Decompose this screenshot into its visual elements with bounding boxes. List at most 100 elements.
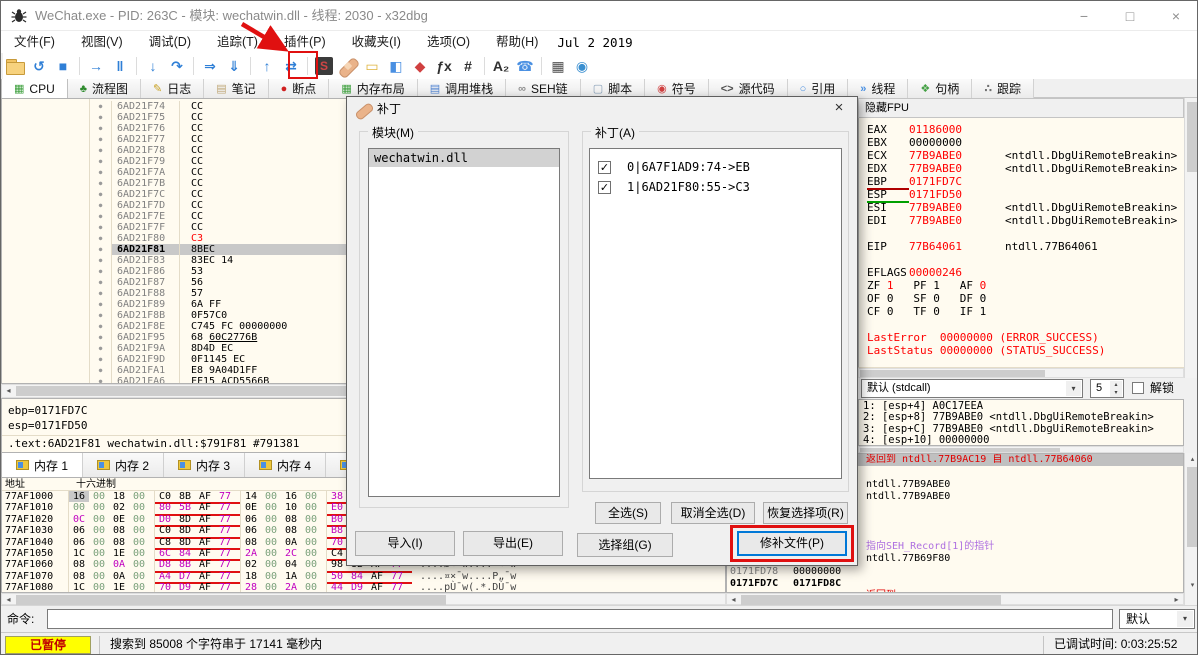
dump-byte[interactable]: 00 xyxy=(301,582,321,592)
breakpoint-dot-icon[interactable]: ● xyxy=(90,233,112,244)
breakpoint-dot-icon[interactable]: ● xyxy=(90,112,112,123)
dump-byte[interactable]: 28 xyxy=(241,582,261,592)
checkbox-checked-icon[interactable]: ✓ xyxy=(598,160,611,174)
breakpoint-dot-icon[interactable]: ● xyxy=(90,244,112,255)
dump-byte[interactable]: 00 xyxy=(89,548,109,559)
dump-byte[interactable]: 77 xyxy=(387,571,407,582)
dump-byte[interactable]: 00 xyxy=(301,548,321,559)
pause-icon[interactable]: ‖ xyxy=(108,55,132,77)
stop-icon[interactable]: ■ xyxy=(51,55,75,77)
breakpoint-dot-icon[interactable]: ● xyxy=(90,277,112,288)
dump-byte[interactable]: 00 xyxy=(89,502,109,513)
dump-byte[interactable]: 00 xyxy=(301,537,321,548)
arguments-hscrollbar[interactable] xyxy=(858,446,1184,453)
dump-byte[interactable]: C0 xyxy=(155,525,175,536)
dump-byte[interactable]: 77 xyxy=(215,525,235,536)
dump-byte[interactable]: 77 xyxy=(215,514,235,525)
scroll-right-icon[interactable]: ▸ xyxy=(1170,594,1183,604)
breakpoint-dot-icon[interactable]: ● xyxy=(90,167,112,178)
breakpoint-dot-icon[interactable]: ● xyxy=(90,101,112,112)
attach-icon[interactable]: ☎ xyxy=(513,55,537,77)
registers-hscrollbar[interactable] xyxy=(858,368,1184,378)
dump-byte[interactable]: 0E xyxy=(109,514,129,525)
dump-byte[interactable]: 77 xyxy=(387,582,407,592)
registers-panel[interactable]: EAX 01186000 EBX 00000000 ECX 77B9ABE0 <ntdll.… xyxy=(858,118,1184,368)
register-line[interactable]: ECX 77B9ABE0 <ntdll.DbgUiRemoteBreakin> xyxy=(867,149,1184,162)
dump-byte[interactable]: 08 xyxy=(281,514,301,525)
dump-byte[interactable]: D7 xyxy=(175,571,195,582)
menu-item-选项(O)[interactable]: 选项(O) xyxy=(414,31,483,53)
register-line[interactable]: EDI 77B9ABE0 <ntdll.DbgUiRemoteBreakin> xyxy=(867,214,1184,227)
menu-item-视图(V)[interactable]: 视图(V) xyxy=(68,31,136,53)
run-to-selection-icon[interactable]: ⇒ xyxy=(198,55,222,77)
tab-断点[interactable]: ● 断点 xyxy=(268,79,330,98)
dump-byte[interactable]: 77 xyxy=(215,548,235,559)
breakpoint-dot-icon[interactable]: ● xyxy=(90,200,112,211)
scroll-down-icon[interactable]: ▾ xyxy=(1185,579,1197,592)
patch-icon[interactable] xyxy=(336,55,360,77)
dump-byte[interactable]: 00 xyxy=(89,514,109,525)
dump-byte[interactable]: B0 xyxy=(327,514,347,525)
menu-item-追踪(T)[interactable]: 追踪(T) xyxy=(204,31,271,53)
dump-byte[interactable]: 70 xyxy=(327,537,347,548)
register-line[interactable] xyxy=(867,227,1184,240)
breakpoint-dot-icon[interactable]: ● xyxy=(90,222,112,233)
dump-byte[interactable]: 00 xyxy=(301,525,321,536)
dump-byte[interactable]: 00 xyxy=(89,537,109,548)
command-mode-select[interactable]: 默认 ▾ xyxy=(1119,609,1195,629)
dump-byte[interactable]: 0C xyxy=(69,514,89,525)
dump-byte[interactable]: 04 xyxy=(281,559,301,570)
dump-row[interactable]: 77AF1080 1C 00 1E 00 70 D9 AF 77 28 00 2A 00 44 D9 AF 77… xyxy=(2,582,725,592)
dump-byte[interactable]: 2A xyxy=(241,548,261,559)
tab-日志[interactable]: ✎ 日志 xyxy=(140,79,205,98)
dump-byte[interactable]: AF xyxy=(195,537,215,548)
dump-byte[interactable]: 08 xyxy=(109,537,129,548)
dump-byte[interactable]: 80 xyxy=(155,502,175,513)
breakpoint-dot-icon[interactable]: ● xyxy=(90,310,112,321)
dump-byte[interactable]: 00 xyxy=(129,582,149,592)
strings-icon[interactable]: A₂ xyxy=(489,55,513,77)
dump-byte[interactable]: AF xyxy=(195,582,215,592)
menu-item-收藏夹(I)[interactable]: 收藏夹(I) xyxy=(339,31,414,53)
dump-byte[interactable]: 1C xyxy=(69,548,89,559)
dump-byte[interactable]: 18 xyxy=(241,571,261,582)
dump-byte[interactable]: AF xyxy=(195,571,215,582)
calculator-icon[interactable]: ▦ xyxy=(546,55,570,77)
step-out-down-icon[interactable]: ⇓ xyxy=(222,55,246,77)
dump-byte[interactable]: C8 xyxy=(155,537,175,548)
dump-byte[interactable]: 00 xyxy=(129,571,149,582)
register-line[interactable]: OF 0 SF 0 DF 0 xyxy=(867,292,1184,305)
dump-byte[interactable]: 00 xyxy=(69,502,89,513)
register-line[interactable]: LastStatus 00000000 (STATUS_SUCCESS) xyxy=(867,344,1184,357)
tab-句柄[interactable]: ❖ 句柄 xyxy=(908,79,973,98)
dump-hscrollbar[interactable]: ◂ xyxy=(1,593,726,605)
dump-byte[interactable]: 84 xyxy=(175,548,195,559)
stack-vscrollbar[interactable]: ▴ ▾ xyxy=(1184,453,1197,605)
dump-byte[interactable]: 00 xyxy=(129,491,149,502)
register-line[interactable] xyxy=(867,357,1184,367)
disasm-address-link[interactable]: ACD5566B xyxy=(221,376,269,383)
dump-byte[interactable]: B8 xyxy=(327,525,347,536)
dump-byte[interactable]: 00 xyxy=(261,525,281,536)
close-icon[interactable]: × xyxy=(1153,1,1197,31)
breakpoint-dot-icon[interactable]: ● xyxy=(90,288,112,299)
dump-byte[interactable]: 0E xyxy=(241,502,261,513)
dump-byte[interactable]: 08 xyxy=(109,525,129,536)
patch-list[interactable]: ✓ 0|6A7F1AD9:74->EB ✓ 1|6AD21F80:55->C3 xyxy=(589,148,842,479)
dump-byte[interactable]: AF xyxy=(195,491,215,502)
dump-byte[interactable]: 77 xyxy=(215,491,235,502)
dump-byte[interactable]: 08 xyxy=(281,525,301,536)
scrollbar-thumb[interactable] xyxy=(1187,467,1197,547)
dump-byte[interactable]: AF xyxy=(367,582,387,592)
menu-item-帮助(H)[interactable]: 帮助(H) xyxy=(483,31,551,53)
dump-byte[interactable]: 1E xyxy=(109,548,129,559)
dump-byte[interactable]: E0 xyxy=(327,502,347,513)
breakpoint-dot-icon[interactable]: ● xyxy=(90,365,112,376)
dump-row[interactable]: 77AF1070 08 00 0A 00 A4 D7 AF 77 18 00 1A 00 50 84 AF 77… xyxy=(2,570,725,583)
open-file-icon[interactable] xyxy=(3,55,27,77)
dump-byte[interactable]: 8B xyxy=(175,559,195,570)
dump-byte[interactable]: A4 xyxy=(155,571,175,582)
run-icon[interactable]: → xyxy=(84,55,108,77)
dump-byte[interactable]: 77 xyxy=(215,502,235,513)
scrollbar-thumb[interactable] xyxy=(860,448,1060,452)
